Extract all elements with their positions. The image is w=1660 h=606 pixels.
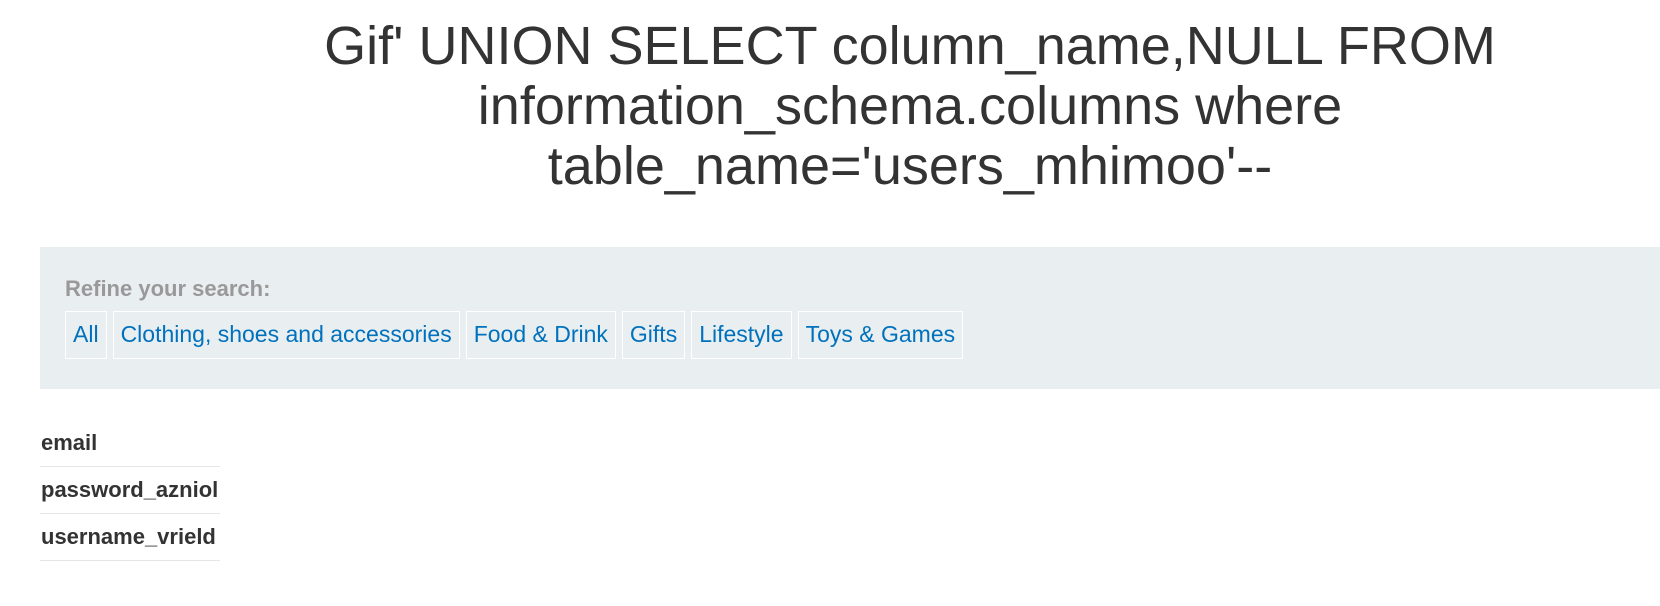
filter-panel: Refine your search: All Clothing, shoes … xyxy=(40,247,1660,389)
filter-link-all[interactable]: All xyxy=(65,311,107,359)
filter-links: All Clothing, shoes and accessories Food… xyxy=(65,311,1660,359)
filter-heading: Refine your search: xyxy=(65,276,271,301)
table-cell: password_azniol xyxy=(40,466,221,514)
filter-link-gifts[interactable]: Gifts xyxy=(621,311,686,359)
filter-link-clothing-shoes-accessories[interactable]: Clothing, shoes and accessories xyxy=(112,311,460,359)
table-cell: username_vrield xyxy=(40,513,221,561)
filter-link-lifestyle[interactable]: Lifestyle xyxy=(691,311,792,359)
page-title: Gif' UNION SELECT column_name,NULL FROM … xyxy=(324,16,1496,196)
table-row: email xyxy=(40,422,221,467)
table-row: password_azniol xyxy=(40,466,221,514)
table-cell: email xyxy=(40,422,221,467)
results-table: email password_azniol username_vrield xyxy=(40,422,221,561)
filter-link-toys-games[interactable]: Toys & Games xyxy=(797,311,964,359)
filter-link-food-drink[interactable]: Food & Drink xyxy=(465,311,616,359)
table-row: username_vrield xyxy=(40,513,221,561)
